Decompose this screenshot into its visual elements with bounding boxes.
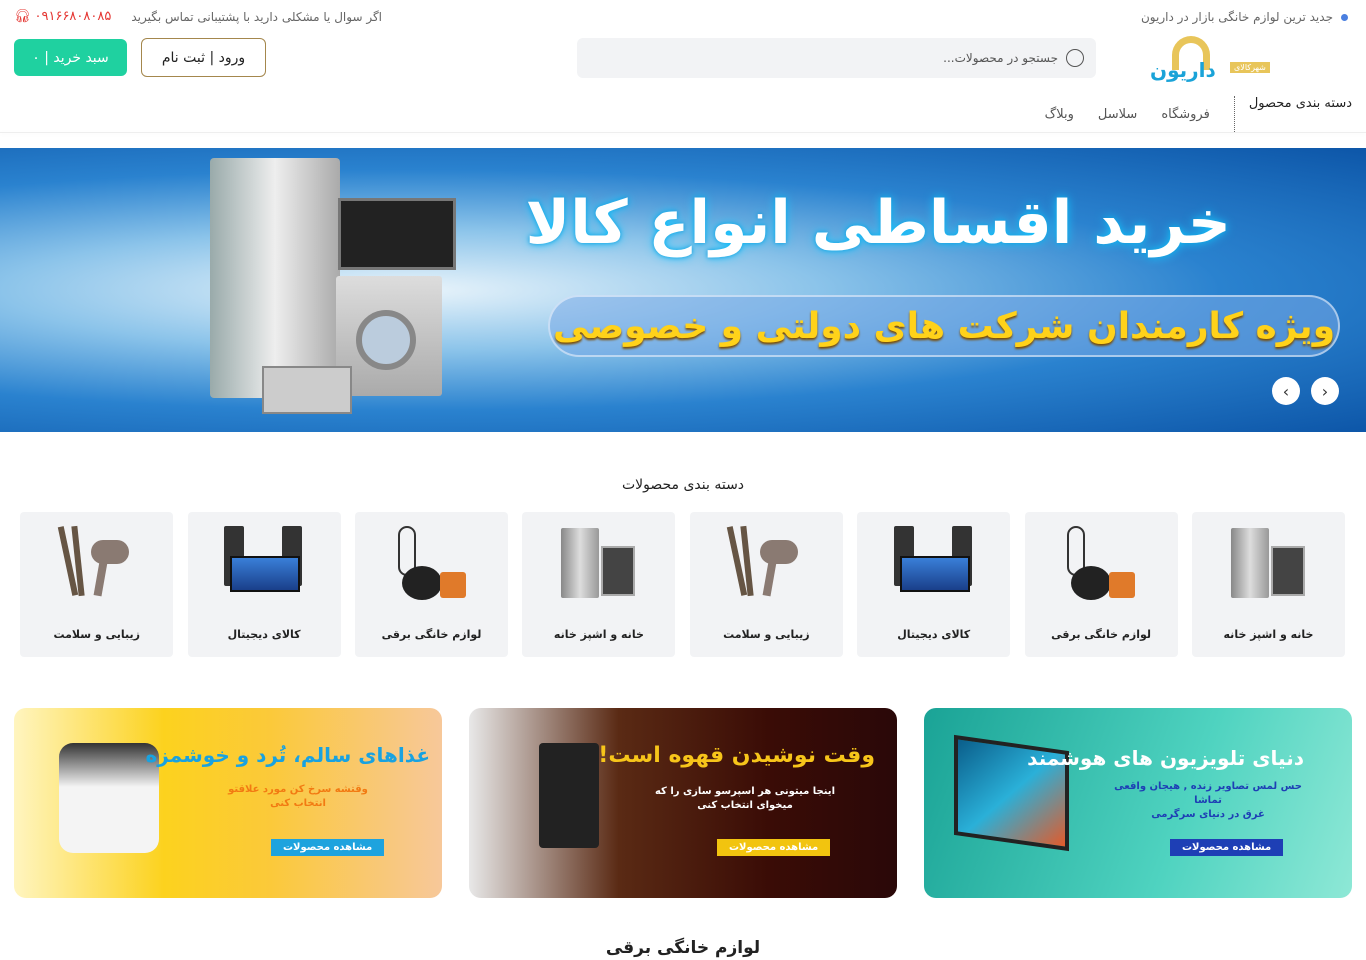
promo-subtitle: اینجا میتونی هر اسپرسو سازی را که میخوای … [654,786,835,811]
category-label: زیبایی و سلامت [53,628,140,641]
logo-text: داریون [1150,58,1216,82]
promo-subtitle: وقتشه سرخ کن مورد علاقتو انتخاب کنی [228,784,368,809]
view-products-button[interactable]: مشاهده محصولات [717,839,831,856]
category-card[interactable]: کالای دیجیتال [187,512,341,657]
category-label: زیبایی و سلامت [723,628,810,641]
headset-icon: 🎧︎ [14,9,31,24]
promo-title: وقت نوشیدن قهوه است! [598,743,875,768]
promo-air-fryer[interactable]: غذاهای سالم، تُرد و خوشمزه وقتشه سرخ کن … [14,708,442,898]
header-divider [0,132,1366,133]
search-bar[interactable] [577,38,1096,78]
phone-number: ۰۹۱۶۶۸۰۸۰۸۵ [34,9,112,24]
chevron-left-icon[interactable]: ‹ [1272,377,1300,405]
nav-item-chain[interactable]: سلاسل [1098,107,1137,122]
bullet-dot-icon [1341,13,1348,21]
banner-subtitle: ویژه کارمندان شرکت های دولتی و خصوصی [548,295,1340,357]
hair-dryer-icon [726,525,806,606]
promo-coffee[interactable]: وقت نوشیدن قهوه است! اینجا میتونی هر اسپ… [469,708,897,898]
air-fryer-image [59,743,159,853]
cart-button[interactable]: سبد خرید | ۰ [14,39,127,76]
category-card[interactable]: لوازم خانگی برقی [355,512,508,657]
category-card[interactable]: خانه و اشپز خانه [1192,512,1345,657]
logo-tag: شهرکالای [1230,62,1270,73]
nav-item-blog[interactable]: وبلاگ [1045,107,1074,122]
category-label: کالای دیجیتال [897,628,971,641]
tv-speakers-icon [224,526,304,606]
support-phone[interactable]: 🎧︎ ۰۹۱۶۶۸۰۸۰۸۵ [14,9,111,24]
vacuum-icon [1061,526,1141,606]
espresso-machine-image [539,743,599,848]
vacuum-icon [392,526,472,606]
search-icon[interactable] [1066,49,1084,67]
logo[interactable]: داریون شهرکالای [1150,36,1290,82]
promo-smart-tv[interactable]: دنیای تلویزیون های هوشمند حس لمس تصاویر … [924,708,1352,898]
support-info: 🎧︎ ۰۹۱۶۶۸۰۸۰۸۵ اگر سوال یا مشکلی دارید با… [14,9,382,24]
chevron-right-icon[interactable]: › [1311,377,1339,405]
tv-speakers-icon [893,526,974,606]
fridge-image [210,158,340,398]
fridge-icon [559,526,639,606]
view-products-button[interactable]: مشاهده محصولات [1170,839,1284,856]
categories-title: دسته بندی محصولات [621,477,745,493]
support-text: اگر سوال یا مشکلی دارید با پشتیبانی تماس… [131,9,382,24]
category-card[interactable]: زیبایی و سلامت [689,512,843,657]
login-register-button[interactable]: ورود | ثبت نام [141,38,266,77]
announcement-text: جدید ترین لوازم خانگی بازار در داریون [1140,10,1333,24]
category-card[interactable]: لوازم خانگی برقی [1024,512,1178,657]
hair-dryer-icon [57,525,137,606]
category-label: خانه و اشپز خانه [1223,628,1314,641]
microwave-image [262,366,352,414]
category-card[interactable]: کالای دیجیتال [857,512,1011,657]
nav-item-shop[interactable]: فروشگاه [1161,107,1210,122]
category-label: لوازم خانگی برقی [1051,628,1152,641]
promo-title: دنیای تلویزیون های هوشمند [1027,746,1304,770]
view-products-button[interactable]: مشاهده محصولات [271,839,385,856]
category-label: کالای دیجیتال [227,628,301,641]
category-label: لوازم خانگی برقی [381,628,482,641]
promo-subtitle: حس لمس تصاویر زنده , هیجان واقعی تماشا غر… [1114,781,1302,820]
category-card[interactable]: خانه و اشپز خانه [522,512,676,657]
promo-title: غذاهای سالم، تُرد و خوشمزه [145,743,430,767]
section-title-appliances: لوازم خانگی برقی [605,938,761,958]
hero-banner[interactable]: خرید اقساطی انواع کالا ویژه کارمندان شرک… [0,148,1366,432]
search-input[interactable] [658,51,1058,65]
category-label: خانه و اشپز خانه [553,628,644,641]
main-nav: دسته بندی محصول فروشگاه سلاسل وبلاگ [1045,96,1352,132]
category-card[interactable]: زیبایی و سلامت [20,512,174,657]
nav-item-categories[interactable]: دسته بندی محصول [1233,96,1352,132]
fridge-icon [1229,526,1309,606]
tv-image [338,198,456,270]
banner-title: خرید اقساطی انواع کالا [525,188,1231,258]
announcement: جدید ترین لوازم خانگی بازار در داریون [1141,10,1348,24]
